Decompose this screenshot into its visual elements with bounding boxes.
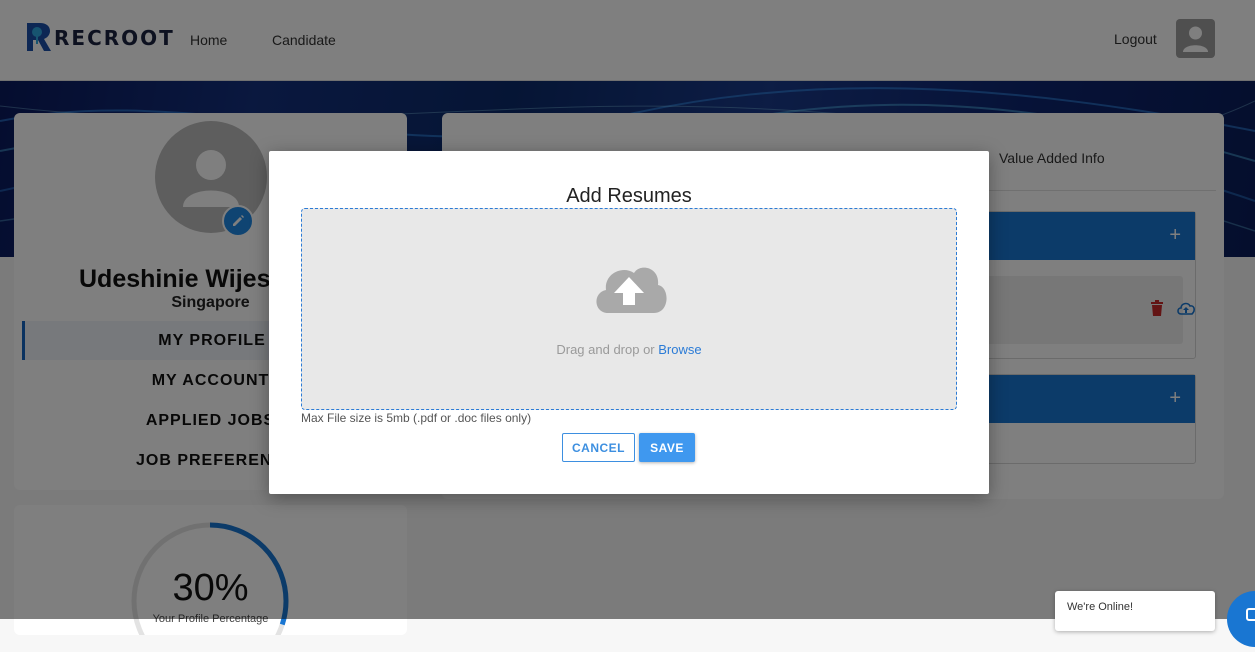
modal-title: Add Resumes bbox=[566, 185, 692, 207]
chat-launcher-button[interactable] bbox=[1227, 591, 1255, 647]
drag-drop-label: Drag and drop or bbox=[556, 342, 659, 357]
chat-status-text: We're Online! bbox=[1067, 601, 1134, 613]
cancel-button[interactable]: CANCEL bbox=[562, 433, 635, 462]
browse-link[interactable]: Browse bbox=[658, 342, 701, 357]
save-button[interactable]: SAVE bbox=[639, 433, 695, 462]
dropzone-text: Drag and drop or Browse bbox=[302, 342, 956, 357]
cloud-upload-icon bbox=[596, 267, 667, 313]
chat-status-bubble[interactable]: We're Online! bbox=[1055, 591, 1215, 631]
add-resumes-modal: Add Resumes Drag and drop or Browse Max … bbox=[269, 151, 989, 494]
chat-icon bbox=[1246, 608, 1255, 621]
max-file-size-note: Max File size is 5mb (.pdf or .doc files… bbox=[301, 411, 532, 425]
resume-dropzone[interactable]: Drag and drop or Browse bbox=[301, 208, 957, 410]
